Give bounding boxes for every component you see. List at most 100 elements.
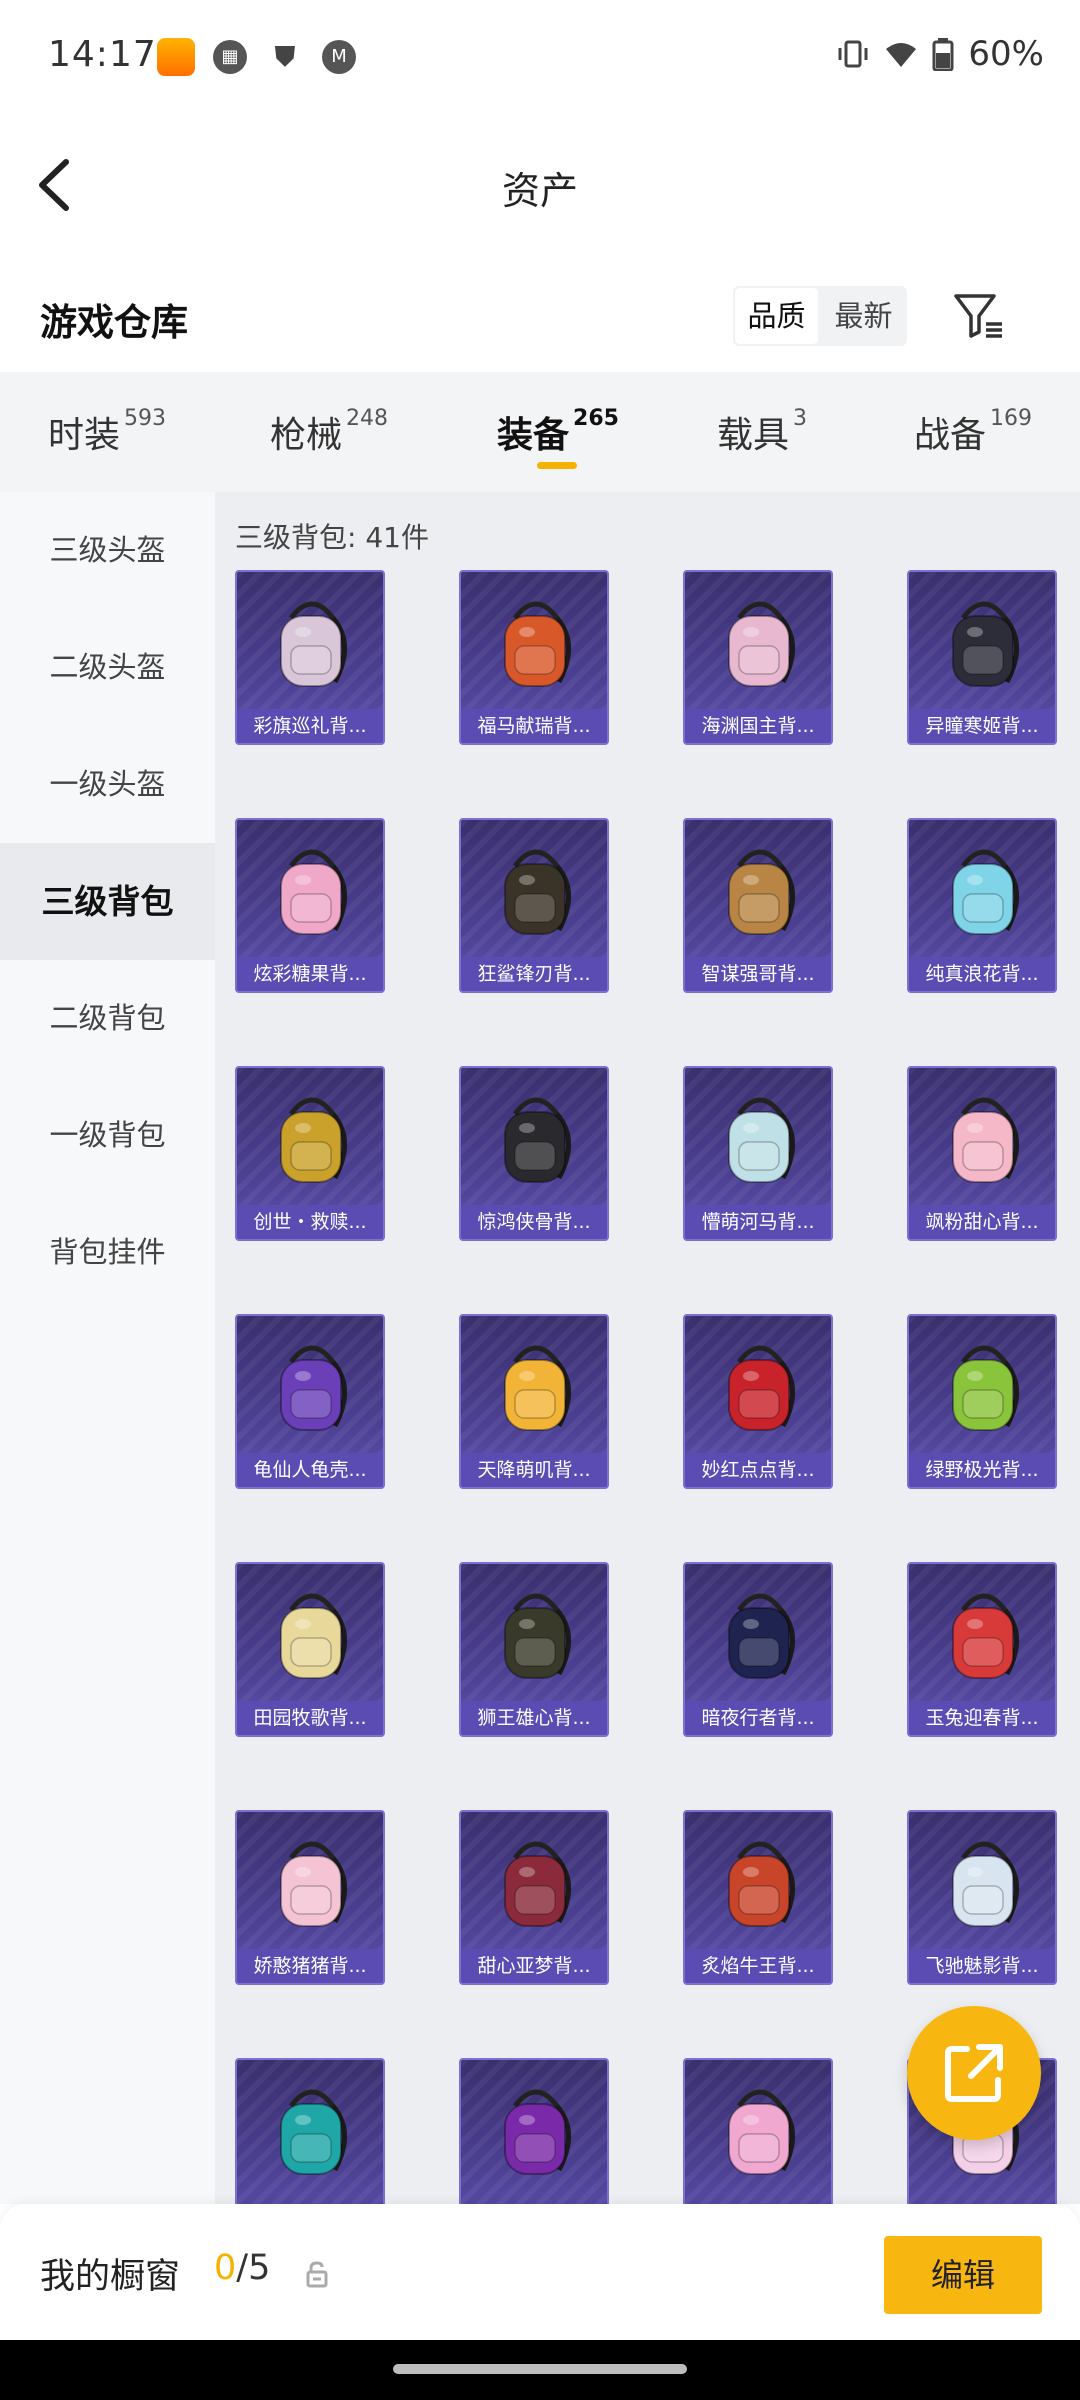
backpack-item-card[interactable]: 绿野极光背... bbox=[907, 1314, 1057, 1489]
backpack-item-name: 彩旗巡礼背... bbox=[237, 709, 383, 743]
showcase-count: 0/5 bbox=[214, 2248, 270, 2288]
sidebar-item-helmet-1[interactable]: 一级头盔 bbox=[0, 726, 215, 843]
warehouse-title: 游戏仓库 bbox=[40, 301, 188, 344]
tab-count: 593 bbox=[124, 406, 167, 431]
backpack-item-card[interactable]: 玉兔迎春背... bbox=[907, 1562, 1057, 1737]
backpack-item-name: 飞驰魅影背... bbox=[909, 1949, 1055, 1983]
backpack-item-card[interactable] bbox=[235, 2058, 385, 2204]
backpack-item-name: 智谋强哥背... bbox=[685, 957, 831, 991]
backpack-item-card[interactable]: 海渊国主背... bbox=[683, 570, 833, 745]
backpack-item-card[interactable]: 甜心亚梦背... bbox=[459, 1810, 609, 1985]
tab-vehicles[interactable]: 载具 3 bbox=[717, 406, 807, 458]
backpack-item-name: 懵萌河马背... bbox=[685, 1205, 831, 1239]
sort-quality-button[interactable]: 品质 bbox=[735, 288, 818, 344]
backpack-item-card[interactable]: 娇憨猪猪背... bbox=[235, 1810, 385, 1985]
backpack-item-card[interactable]: 天降萌叽背... bbox=[459, 1314, 609, 1489]
edit-button[interactable]: 编辑 bbox=[884, 2236, 1042, 2314]
backpack-item-card[interactable]: 彩旗巡礼背... bbox=[235, 570, 385, 745]
system-nav-bar bbox=[0, 2340, 1080, 2400]
tab-count: 3 bbox=[793, 406, 808, 431]
item-count: 三级背包: 41件 bbox=[235, 521, 429, 554]
backpack-item-card[interactable]: 惊鸿侠骨背... bbox=[459, 1066, 609, 1241]
backpack-item-name: 惊鸿侠骨背... bbox=[461, 1205, 607, 1239]
sort-toggle: 品质 最新 bbox=[733, 286, 907, 346]
backpack-item-name: 田园牧歌背... bbox=[237, 1701, 383, 1735]
tab-label: 装备 bbox=[497, 415, 570, 456]
tab-label: 时装 bbox=[48, 415, 121, 456]
backpack-image bbox=[728, 2089, 795, 2175]
backpack-image bbox=[952, 1097, 1019, 1183]
backpack-image bbox=[952, 601, 1019, 687]
backpack-item-card[interactable]: 炫彩糖果背... bbox=[235, 818, 385, 993]
backpack-image bbox=[280, 1097, 347, 1183]
sidebar-item-helmet-3[interactable]: 三级头盔 bbox=[0, 492, 215, 609]
backpack-image bbox=[504, 1593, 571, 1679]
backpack-item-card[interactable]: 智谋强哥背... bbox=[683, 818, 833, 993]
backpack-image bbox=[280, 1593, 347, 1679]
backpack-item-card[interactable]: 狮王雄心背... bbox=[459, 1562, 609, 1737]
backpack-image bbox=[728, 1593, 795, 1679]
shield-icon: ⛊ bbox=[274, 40, 296, 73]
category-tabs: 时装 593 枪械 248 装备 265 载具 3 战备 169 bbox=[0, 372, 1080, 492]
backpack-item-card[interactable] bbox=[459, 2058, 609, 2204]
home-gesture-handle[interactable] bbox=[393, 2364, 687, 2374]
backpack-item-card[interactable]: 异瞳寒姬背... bbox=[907, 570, 1057, 745]
showcase-bar: 我的橱窗 0/5 编辑 bbox=[0, 2204, 1080, 2340]
warehouse-header: 游戏仓库 品质 最新 bbox=[0, 262, 1080, 372]
sidebar-item-backpack-1[interactable]: 一级背包 bbox=[0, 1077, 215, 1194]
backpack-item-name: 异瞳寒姬背... bbox=[909, 709, 1055, 743]
item-grid: 三级背包: 41件 彩旗巡礼背... 福马献瑞背... 海渊国主背... 异瞳寒姬背.… bbox=[215, 492, 1080, 2204]
tab-equipment[interactable]: 装备 265 bbox=[497, 406, 619, 458]
status-bar: 14:17 ▦ ⛊ M 60% bbox=[0, 0, 1080, 110]
backpack-item-card[interactable]: 创世・救赎... bbox=[235, 1066, 385, 1241]
backpack-image bbox=[504, 601, 571, 687]
backpack-image bbox=[504, 1097, 571, 1183]
backpack-image bbox=[728, 1841, 795, 1927]
backpack-item-card[interactable]: 纯真浪花背... bbox=[907, 818, 1057, 993]
backpack-item-name: 炙焰牛王背... bbox=[685, 1949, 831, 1983]
backpack-item-card[interactable]: 炙焰牛王背... bbox=[683, 1810, 833, 1985]
backpack-item-card[interactable]: 狂鲨锋刃背... bbox=[459, 818, 609, 993]
backpack-image bbox=[952, 849, 1019, 935]
backpack-item-name: 狂鲨锋刃背... bbox=[461, 957, 607, 991]
backpack-item-name: 龟仙人龟壳... bbox=[237, 1453, 383, 1487]
sidebar-item-helmet-2[interactable]: 二级头盔 bbox=[0, 609, 215, 726]
backpack-item-card[interactable]: 飞驰魅影背... bbox=[907, 1810, 1057, 1985]
backpack-item-card[interactable]: 福马献瑞背... bbox=[459, 570, 609, 745]
backpack-image bbox=[952, 1345, 1019, 1431]
sidebar-item-backpack-3[interactable]: 三级背包 bbox=[0, 843, 215, 960]
backpack-item-card[interactable]: 田园牧歌背... bbox=[235, 1562, 385, 1737]
tab-fashion[interactable]: 时装 593 bbox=[48, 406, 166, 458]
lock-icon bbox=[306, 2261, 328, 2288]
backpack-item-name: 飒粉甜心背... bbox=[909, 1205, 1055, 1239]
backpack-item-name: 娇憨猪猪背... bbox=[237, 1949, 383, 1983]
battery-percent: 60% bbox=[968, 34, 1044, 74]
tab-supplies[interactable]: 战备 169 bbox=[914, 406, 1032, 458]
backpack-item-card[interactable]: 暗夜行者背... bbox=[683, 1562, 833, 1737]
backpack-image bbox=[728, 1097, 795, 1183]
share-button[interactable] bbox=[907, 2006, 1041, 2140]
backpack-item-card[interactable]: 懵萌河马背... bbox=[683, 1066, 833, 1241]
backpack-item-card[interactable]: 妙红点点背... bbox=[683, 1314, 833, 1489]
backpack-image bbox=[504, 1345, 571, 1431]
sidebar: 三级头盔 二级头盔 一级头盔 三级背包 二级背包 一级背包 背包挂件 bbox=[0, 492, 215, 2204]
backpack-item-name: 海渊国主背... bbox=[685, 709, 831, 743]
status-time: 14:17 bbox=[48, 34, 157, 75]
sort-latest-button[interactable]: 最新 bbox=[822, 288, 905, 344]
battery-icon bbox=[932, 38, 954, 71]
tab-count: 169 bbox=[990, 406, 1033, 431]
sidebar-item-backpack-charm[interactable]: 背包挂件 bbox=[0, 1194, 215, 1311]
backpack-image bbox=[952, 1841, 1019, 1927]
backpack-image bbox=[280, 601, 347, 687]
backpack-image bbox=[280, 1345, 347, 1431]
sidebar-item-backpack-2[interactable]: 二级背包 bbox=[0, 960, 215, 1077]
backpack-image bbox=[504, 1841, 571, 1927]
active-tab-indicator bbox=[537, 462, 577, 469]
backpack-item-card[interactable] bbox=[683, 2058, 833, 2204]
calendar-icon: ▦ bbox=[213, 40, 247, 74]
tab-guns[interactable]: 枪械 248 bbox=[270, 406, 388, 458]
backpack-item-card[interactable]: 龟仙人龟壳... bbox=[235, 1314, 385, 1489]
backpack-item-card[interactable]: 飒粉甜心背... bbox=[907, 1066, 1057, 1241]
backpack-image bbox=[280, 849, 347, 935]
filter-icon[interactable] bbox=[950, 288, 1006, 344]
